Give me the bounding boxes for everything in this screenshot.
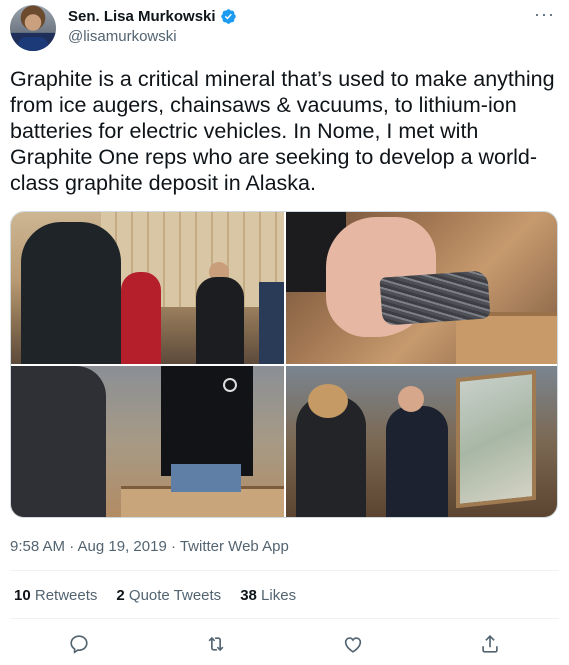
retweets-stat[interactable]: 10 Retweets [14, 587, 97, 604]
reply-button[interactable] [66, 631, 92, 657]
likes-label: Likes [261, 587, 297, 604]
share-icon [482, 635, 498, 653]
tweet: Sen. Lisa Murkowski @lisamurkowski ··· G… [0, 0, 569, 665]
likes-count: 38 [240, 587, 257, 604]
photo-barn-meeting[interactable] [11, 212, 284, 364]
retweet-button[interactable] [203, 631, 229, 657]
retweets-count: 10 [14, 587, 31, 604]
tweet-timestamp[interactable]: 9:58 AM · Aug 19, 2019 · Twitter Web App [10, 538, 289, 555]
more-options-button[interactable]: ··· [534, 4, 555, 25]
likes-stat[interactable]: 38 Likes [240, 587, 296, 604]
photo-graphite-rock[interactable] [286, 212, 557, 364]
retweets-label: Retweets [34, 587, 98, 604]
reply-icon [70, 635, 88, 654]
action-bar [0, 631, 569, 661]
photo-core-samples[interactable] [11, 366, 284, 517]
tweet-text: Graphite is a critical mineral that’s us… [10, 67, 555, 195]
media-grid [10, 211, 558, 518]
divider [10, 618, 559, 619]
retweet-icon [208, 636, 224, 652]
ellipsis-icon: ··· [534, 4, 555, 24]
photo-map-discussion[interactable] [286, 366, 557, 517]
author-handle[interactable]: @lisamurkowski [68, 28, 177, 45]
verified-badge-icon [220, 9, 236, 24]
engagement-stats: 10 Retweets 2 Quote Tweets 38 Likes [14, 587, 296, 604]
heart-icon [344, 637, 362, 653]
quote-tweets-label: Quote Tweets [128, 587, 222, 604]
author-name-row: Sen. Lisa Murkowski [68, 8, 237, 25]
divider [10, 570, 559, 571]
like-button[interactable] [340, 631, 366, 657]
avatar[interactable] [10, 5, 56, 51]
quote-tweets-stat[interactable]: 2 Quote Tweets [116, 587, 221, 604]
quote-tweets-count: 2 [116, 587, 125, 604]
share-button[interactable] [477, 631, 503, 657]
author-display-name[interactable]: Sen. Lisa Murkowski [68, 8, 216, 25]
